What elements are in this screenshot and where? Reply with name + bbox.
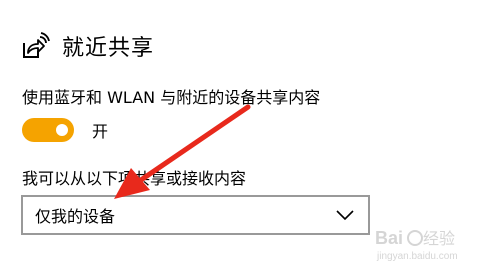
svg-text:jingyan.baidu.com: jingyan.baidu.com [376,251,458,262]
nearby-share-icon [23,32,50,58]
nearby-sharing-toggle-row: 开 [22,117,108,143]
toggle-knob [56,124,68,136]
share-receive-dropdown[interactable]: 仅我的设备 [21,195,370,235]
nearby-sharing-header: 就近共享 [20,28,154,64]
feature-description: 使用蓝牙和 WLAN 与附近的设备共享内容 [22,88,321,107]
svg-text:Bai: Bai [375,228,403,248]
toggle-state-label: 开 [92,122,109,141]
chevron-down-icon [336,210,354,221]
nearby-sharing-toggle[interactable] [22,118,74,142]
share-receive-label: 我可以从以下项共享或接收内容 [22,169,247,188]
page-title: 就近共享 [62,36,155,61]
baidu-jingyan-watermark: Bai 经验 jingyan.baidu.com [375,228,458,262]
svg-text:经验: 经验 [423,229,455,248]
dropdown-selected-value: 仅我的设备 [35,207,116,226]
